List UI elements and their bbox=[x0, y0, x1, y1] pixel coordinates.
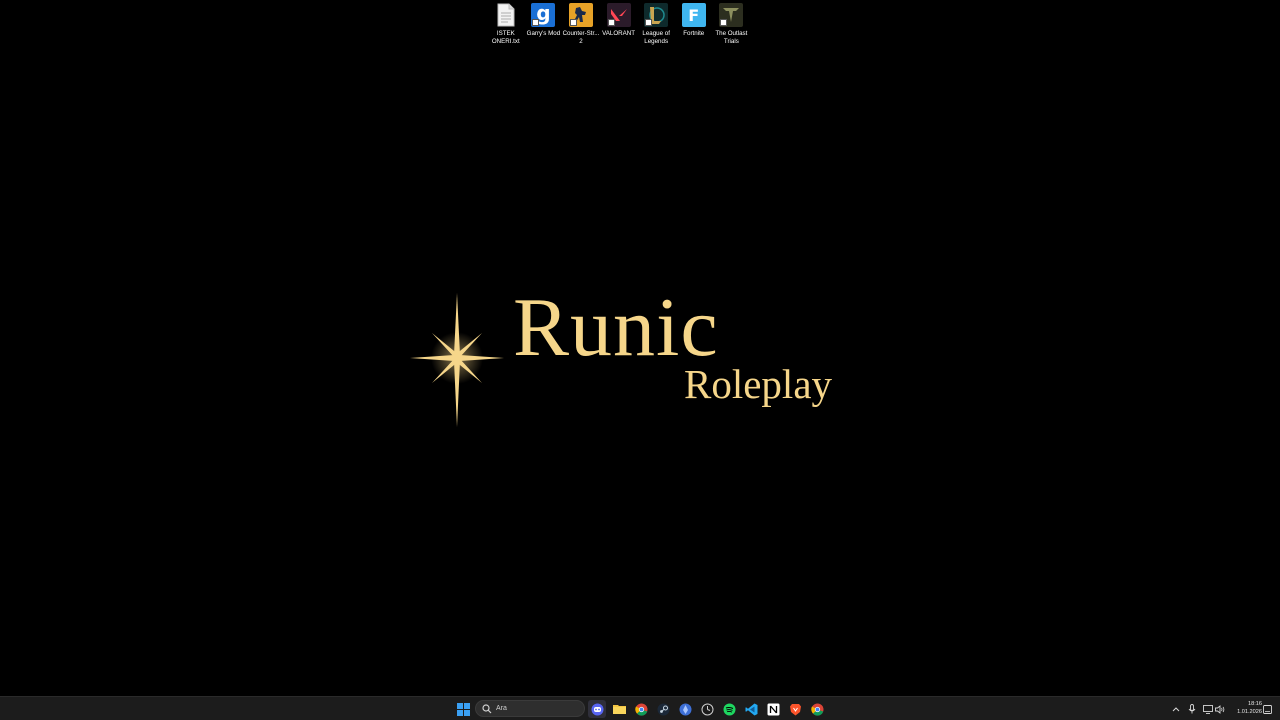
wallpaper-subtitle: Roleplay bbox=[684, 361, 833, 407]
tray-notifications[interactable] bbox=[1261, 700, 1273, 718]
desktop-icon-label: Counter-Str... 2 bbox=[562, 30, 600, 45]
taskbar-chrome[interactable] bbox=[632, 700, 650, 718]
desktop-icon-label: Garry's Mod bbox=[526, 30, 561, 37]
taskbar-chrome-2[interactable] bbox=[808, 700, 826, 718]
desktop-icon-fortnite[interactable]: F Fortnite bbox=[675, 3, 713, 45]
desktop: ISTEK ONERI.txt g Garry's Mod Counter-St… bbox=[0, 0, 1280, 696]
desktop-icon-counter-strike-2[interactable]: Counter-Str... 2 bbox=[562, 3, 600, 45]
notification-icon bbox=[1262, 704, 1272, 714]
wallpaper-title: Runic bbox=[513, 281, 719, 374]
shortcut-arrow-icon bbox=[607, 19, 615, 26]
taskbar-search[interactable]: Ara bbox=[475, 700, 585, 717]
chrome-icon bbox=[810, 703, 823, 716]
microphone-icon bbox=[1188, 704, 1196, 714]
start-button[interactable] bbox=[454, 700, 472, 718]
desktop-icon-outlast-trials[interactable]: The Outlast Trials bbox=[713, 3, 751, 45]
desktop-icon-garrys-mod[interactable]: g Garry's Mod bbox=[525, 3, 563, 45]
taskbar: Ara 18:16 1.01.2026 bbox=[0, 696, 1280, 720]
tray-volume[interactable] bbox=[1214, 700, 1226, 718]
counter-strike-icon bbox=[568, 3, 593, 27]
taskbar-discord[interactable] bbox=[588, 700, 606, 718]
league-of-legends-icon bbox=[644, 3, 669, 27]
shortcut-arrow-icon bbox=[645, 19, 653, 26]
app-icon bbox=[679, 703, 691, 715]
taskbar-app[interactable] bbox=[676, 700, 694, 718]
taskbar-spotify[interactable] bbox=[720, 700, 738, 718]
desktop-icons: ISTEK ONERI.txt g Garry's Mod Counter-St… bbox=[487, 3, 750, 45]
desktop-icon-label: VALORANT bbox=[602, 30, 636, 37]
desktop-icon-league-of-legends[interactable]: League of Legends bbox=[637, 3, 675, 45]
search-placeholder: Ara bbox=[496, 705, 507, 712]
shortcut-arrow-icon bbox=[532, 19, 540, 26]
desktop-icon-valorant[interactable]: VALORANT bbox=[600, 3, 638, 45]
text-file-icon bbox=[494, 3, 518, 27]
volume-icon bbox=[1215, 704, 1225, 714]
desktop-icon-label: ISTEK ONERI.txt bbox=[491, 30, 520, 45]
fortnite-icon: F bbox=[681, 3, 706, 27]
discord-icon bbox=[591, 703, 603, 715]
taskbar-notion[interactable] bbox=[764, 700, 782, 718]
clock-time: 18:16 bbox=[1248, 701, 1262, 707]
desktop-icon-label: Fortnite bbox=[683, 30, 705, 37]
search-icon bbox=[482, 703, 492, 713]
chrome-icon bbox=[634, 703, 647, 716]
network-icon bbox=[1203, 704, 1213, 714]
brave-icon bbox=[789, 703, 801, 715]
shortcut-arrow-icon bbox=[720, 19, 728, 26]
desktop-icon-istek-oneri[interactable]: ISTEK ONERI.txt bbox=[487, 3, 525, 45]
desktop-icon-label: League of Legends bbox=[642, 30, 670, 45]
tray-network[interactable] bbox=[1202, 700, 1214, 718]
tray-overflow-button[interactable] bbox=[1170, 700, 1182, 718]
vscode-icon bbox=[745, 703, 757, 715]
file-explorer-icon bbox=[612, 705, 626, 714]
valorant-icon bbox=[606, 3, 631, 27]
wallpaper-logo: Runic Roleplay bbox=[405, 286, 865, 430]
taskbar-brave[interactable] bbox=[786, 700, 804, 718]
clock-app-icon bbox=[701, 703, 713, 715]
taskbar-clock[interactable]: 18:16 1.01.2026 bbox=[1228, 701, 1262, 716]
outlast-trials-icon bbox=[719, 3, 744, 27]
chevron-up-icon bbox=[1172, 707, 1180, 712]
clock-date: 1.01.2026 bbox=[1237, 708, 1262, 715]
shortcut-arrow-icon bbox=[569, 19, 577, 26]
garrys-mod-icon: g bbox=[531, 3, 556, 27]
tray-microphone[interactable] bbox=[1186, 700, 1198, 718]
desktop-icon-label: The Outlast Trials bbox=[715, 30, 748, 45]
notion-icon bbox=[767, 703, 779, 715]
taskbar-vscode[interactable] bbox=[742, 700, 760, 718]
steam-icon bbox=[657, 703, 669, 715]
taskbar-steam[interactable] bbox=[654, 700, 672, 718]
windows-start-icon bbox=[456, 702, 470, 716]
spotify-icon bbox=[723, 703, 735, 715]
taskbar-clock-app[interactable] bbox=[698, 700, 716, 718]
taskbar-file-explorer[interactable] bbox=[610, 700, 628, 718]
compass-star-icon bbox=[410, 293, 504, 427]
